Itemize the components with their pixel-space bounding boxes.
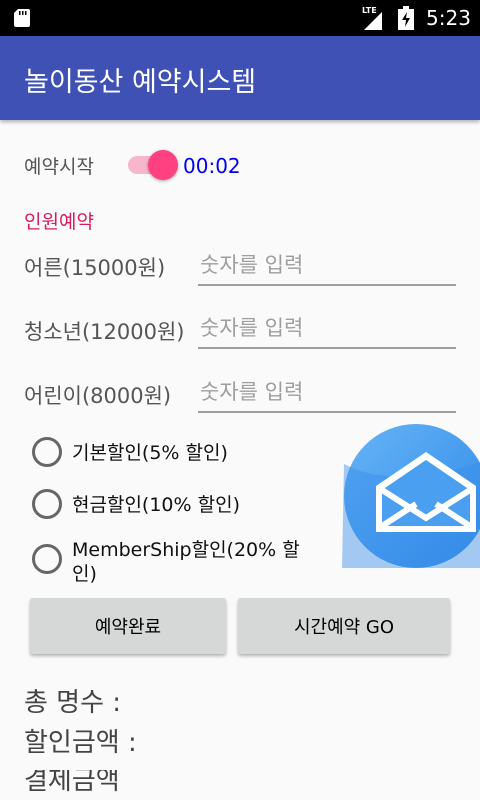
battery-charging-icon (398, 6, 414, 30)
reservation-start-label: 예약시작 (24, 156, 94, 178)
child-label: 어린이(8000원) (24, 384, 172, 408)
app-title: 놀이동산 예약시스템 (24, 67, 257, 98)
youth-label: 청소년(12000원) (24, 320, 185, 344)
discount-amount-label: 할인금액 : (24, 728, 137, 758)
app-bar: 놀이동산 예약시스템 (0, 36, 480, 120)
discount-option-label: 현금할인(10% 할인) (72, 494, 240, 516)
discount-option-label: MemberShip할인(20% 할인) (72, 539, 300, 585)
radio-button[interactable] (32, 544, 62, 574)
youth-count-input[interactable] (198, 309, 456, 349)
people-section-title: 인원예약 (24, 211, 94, 233)
payment-amount-label: 결제금액 (24, 770, 120, 796)
summary-clip: 결제금액 (0, 770, 480, 800)
mail-icon (342, 424, 480, 568)
status-bar: LTE 5:23 (0, 0, 480, 36)
total-count-label: 총 명수 : (24, 688, 122, 718)
reservation-start-switch[interactable] (126, 150, 182, 180)
status-clock: 5:23 (426, 6, 471, 30)
sd-card-icon (14, 9, 30, 27)
adult-count-input[interactable] (198, 246, 456, 286)
signal-icon (364, 12, 382, 30)
child-count-input[interactable] (198, 373, 456, 413)
reservation-complete-button[interactable]: 예약완료 (30, 598, 226, 654)
adult-label: 어른(15000원) (24, 256, 166, 280)
discount-option-label: 기본할인(5% 할인) (72, 442, 228, 464)
radio-button[interactable] (32, 437, 62, 467)
switch-thumb (148, 150, 178, 180)
radio-button[interactable] (32, 489, 62, 519)
time-reservation-go-button[interactable]: 시간예약 GO (238, 598, 450, 654)
reservation-timer: 00:02 (183, 154, 241, 178)
